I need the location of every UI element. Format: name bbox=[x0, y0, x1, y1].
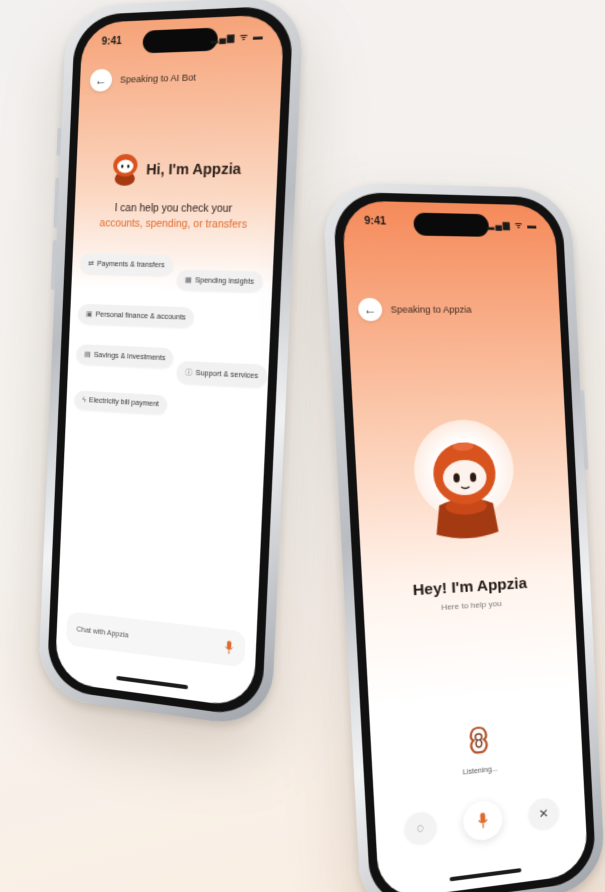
chip-label: Electricity bill payment bbox=[88, 397, 159, 409]
header: ← Speaking to Appzia bbox=[357, 297, 550, 322]
screen: 9:41 ▂▄▆ ᯤ ▬ ← Speaking to Appzia Hey! I… bbox=[341, 200, 589, 892]
status-icons: ▂▄▆ ᯤ ▬ bbox=[210, 30, 265, 44]
arrow-left-icon[interactable]: ← bbox=[357, 297, 383, 322]
suggestion-chips: ⇄ Payments & transfers ▦ Spending insigh… bbox=[74, 253, 268, 415]
greeting-subtitle: I can help you check your accounts, spen… bbox=[74, 201, 276, 233]
chip-label: Payments & transfers bbox=[96, 260, 165, 269]
greeting-title: Hi, I'm Appzia bbox=[145, 160, 242, 178]
chip-savings[interactable]: ▤ Savings & investments bbox=[75, 344, 175, 369]
greeting-row: Hi, I'm Appzia bbox=[76, 150, 279, 186]
chip-label: Spending insights bbox=[194, 276, 255, 286]
home-indicator[interactable] bbox=[449, 868, 522, 882]
microphone-icon bbox=[476, 812, 489, 831]
status-icons: ▂▄▆ ᯤ ▬ bbox=[486, 219, 538, 231]
volume-up-button bbox=[53, 177, 60, 228]
greeting-line-1: I can help you check your bbox=[114, 203, 233, 216]
power-button bbox=[580, 389, 589, 471]
close-icon[interactable]: ✕ bbox=[527, 796, 560, 831]
greeting-line-2: accounts, spending, or transfers bbox=[99, 218, 248, 231]
dynamic-island bbox=[142, 27, 219, 54]
support-icon: ⓘ bbox=[184, 369, 193, 377]
savings-icon: ▤ bbox=[84, 351, 91, 359]
mic-button[interactable] bbox=[462, 799, 504, 843]
status-time: 9:41 bbox=[364, 215, 387, 228]
chat-input[interactable]: Chat with Appzia bbox=[65, 611, 246, 668]
mute-switch bbox=[56, 127, 62, 156]
phone-voice-screen: 9:41 ▂▄▆ ᯤ ▬ ← Speaking to Appzia Hey! I… bbox=[321, 181, 605, 892]
chart-icon: ▦ bbox=[184, 276, 193, 285]
chat-placeholder: Chat with Appzia bbox=[76, 625, 129, 640]
chip-label: Support & services bbox=[195, 369, 259, 380]
robot-mascot-icon bbox=[431, 441, 499, 540]
screen: 9:41 ▂▄▆ ᯤ ▬ ← Speaking to AI Bot Hi, I'… bbox=[54, 14, 285, 709]
lightning-icon: ϟ bbox=[82, 396, 87, 405]
phone-chat-screen: 9:41 ▂▄▆ ᯤ ▬ ← Speaking to AI Bot Hi, I'… bbox=[37, 0, 305, 730]
header-title: Speaking to AI Bot bbox=[119, 72, 197, 85]
listening-status: Listening... bbox=[462, 765, 498, 777]
chip-personal-finance[interactable]: ▣ Personal finance & accounts bbox=[77, 303, 195, 329]
robot-avatar-icon bbox=[112, 153, 138, 186]
chip-payments[interactable]: ⇄ Payments & transfers bbox=[79, 253, 174, 276]
header: ← Speaking to AI Bot bbox=[89, 63, 272, 92]
chip-electricity[interactable]: ϟ Electricity bill payment bbox=[74, 390, 168, 415]
microphone-icon[interactable] bbox=[223, 640, 234, 656]
header-title: Speaking to Appzia bbox=[390, 304, 472, 315]
headphones-icon[interactable]: ◌ bbox=[403, 810, 438, 846]
chip-label: Savings & investments bbox=[93, 351, 166, 362]
listening-wave-icon bbox=[466, 725, 492, 756]
transfer-icon: ⇄ bbox=[87, 260, 95, 268]
dynamic-island bbox=[413, 212, 490, 237]
chip-label: Personal finance & accounts bbox=[95, 310, 186, 322]
home-indicator[interactable] bbox=[116, 675, 189, 690]
arrow-left-icon[interactable]: ← bbox=[89, 68, 113, 92]
chip-support[interactable]: ⓘ Support & services bbox=[176, 360, 268, 389]
status-time: 9:41 bbox=[101, 35, 122, 48]
volume-down-button bbox=[50, 239, 57, 291]
chip-spending[interactable]: ▦ Spending insights bbox=[176, 269, 263, 293]
voice-controls: ◌ ✕ bbox=[375, 790, 586, 853]
wallet-icon: ▣ bbox=[85, 311, 93, 319]
